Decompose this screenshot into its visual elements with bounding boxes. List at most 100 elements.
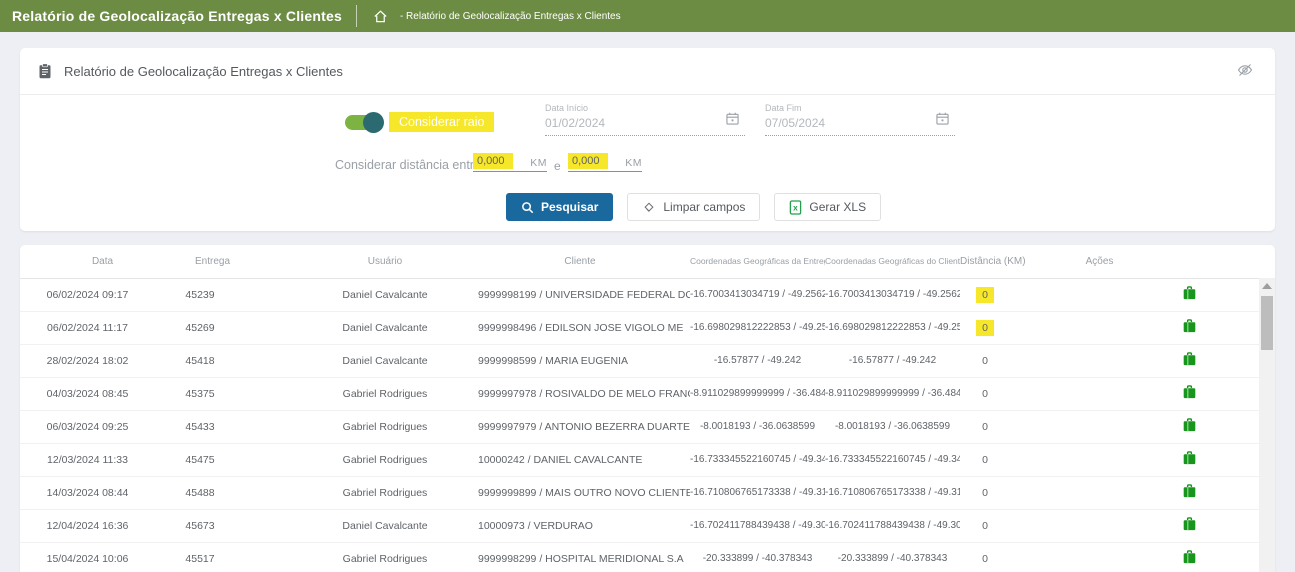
distance-value: 0 [982, 520, 988, 532]
delivery-bag-icon[interactable] [1182, 418, 1197, 433]
cell-distance: 0 [960, 443, 1050, 476]
delivery-bag-icon[interactable] [1182, 451, 1197, 466]
scrollbar-thumb[interactable] [1261, 296, 1273, 350]
radius-toggle-label: Considerar raio [389, 112, 494, 132]
distance-value: 0 [982, 454, 988, 466]
cell-delivery: 45239 [170, 278, 300, 311]
cell-actions [1050, 377, 1259, 410]
cell-user: Gabriel Rodrigues [300, 542, 470, 572]
delivery-bag-icon[interactable] [1182, 319, 1197, 334]
cell-coord-client: -16.57877 / -49.242 [825, 344, 960, 377]
cell-distance: 0 [960, 344, 1050, 377]
table-row: 28/02/2024 18:0245418Daniel Cavalcante99… [20, 344, 1259, 377]
eraser-icon [642, 200, 656, 214]
distance-value: 0 [982, 421, 988, 433]
cell-delivery: 45488 [170, 476, 300, 509]
table-row: 12/04/2024 16:3645673Daniel Cavalcante10… [20, 509, 1259, 542]
distance-min-input[interactable]: 0,000 [473, 153, 513, 169]
cell-distance: 0 [960, 377, 1050, 410]
cell-distance: 0 [960, 542, 1050, 572]
export-xls-button[interactable]: x Gerar XLS [774, 193, 881, 221]
cell-delivery: 45418 [170, 344, 300, 377]
calendar-icon[interactable] [936, 112, 949, 130]
cell-actions [1050, 542, 1259, 572]
cell-coord-delivery: -20.333899 / -40.378343 [690, 542, 825, 572]
cell-coord-client: -20.333899 / -40.378343 [825, 542, 960, 572]
page-title: Relatório de Geolocalização Entregas x C… [64, 64, 343, 79]
table-scrollbar[interactable] [1259, 278, 1275, 572]
cell-date: 28/02/2024 18:02 [20, 344, 170, 377]
excel-icon: x [789, 200, 802, 215]
distance-value: 0 [982, 553, 988, 565]
cell-user: Daniel Cavalcante [300, 311, 470, 344]
toggle-thumb[interactable] [363, 112, 384, 133]
date-start-field[interactable]: Data Início 01/02/2024 [545, 103, 745, 136]
table-row: 06/02/2024 09:1745239Daniel Cavalcante99… [20, 278, 1259, 311]
distance-value: 0 [982, 355, 988, 367]
cell-actions [1050, 278, 1259, 311]
date-end-label: Data Fim [765, 103, 955, 113]
svg-text:x: x [794, 202, 799, 212]
cell-coord-client: -8.911029899999999 / -36.4846218 [825, 377, 960, 410]
delivery-bag-icon[interactable] [1182, 352, 1197, 367]
cell-user: Gabriel Rodrigues [300, 377, 470, 410]
distance-max-input[interactable]: 0,000 [568, 153, 608, 169]
eye-slash-icon[interactable] [1237, 63, 1253, 82]
cell-coord-delivery: -16.57877 / -49.242 [690, 344, 825, 377]
cell-date: 06/02/2024 11:17 [20, 311, 170, 344]
scroll-up-icon[interactable] [1262, 283, 1272, 289]
cell-delivery: 45269 [170, 311, 300, 344]
cell-coord-client: -16.7003413034719 / -49.2562877 [825, 278, 960, 311]
cell-date: 06/02/2024 09:17 [20, 278, 170, 311]
date-start-label: Data Início [545, 103, 745, 113]
breadcrumb: - Relatório de Geolocalização Entregas x… [400, 11, 621, 22]
results-table: Data Entrega Usuário Cliente Coordenadas… [20, 245, 1259, 572]
cell-client: 9999997978 / ROSIVALDO DE MELO FRANCO [470, 377, 690, 410]
column-header-entrega: Entrega [170, 245, 300, 278]
table-row: 15/04/2024 10:0645517Gabriel Rodrigues99… [20, 542, 1259, 572]
cell-distance: 0 [960, 476, 1050, 509]
cell-distance: 0 [960, 278, 1050, 311]
cell-client: 9999998299 / HOSPITAL MERIDIONAL S.A [470, 542, 690, 572]
cell-user: Gabriel Rodrigues [300, 443, 470, 476]
table-body: 06/02/2024 09:1745239Daniel Cavalcante99… [20, 278, 1259, 572]
cell-client: 10000242 / DANIEL CAVALCANTE [470, 443, 690, 476]
cell-date: 12/04/2024 16:36 [20, 509, 170, 542]
delivery-bag-icon[interactable] [1182, 550, 1197, 565]
search-button[interactable]: Pesquisar [506, 193, 613, 221]
cell-coord-delivery: -16.733345522160745 / -49.3434 [690, 443, 825, 476]
date-end-field[interactable]: Data Fim 07/05/2024 [765, 103, 955, 136]
date-end-value: 07/05/2024 [765, 116, 955, 130]
filter-panel-header: Relatório de Geolocalização Entregas x C… [20, 48, 1275, 95]
delivery-bag-icon[interactable] [1182, 517, 1197, 532]
cell-distance: 0 [960, 509, 1050, 542]
distance-conjunction: e [554, 159, 561, 173]
column-header-distancia: Distância (KM) [960, 245, 1050, 278]
cell-coord-delivery: -8.911029899999999 / -36.48462 [690, 377, 825, 410]
cell-user: Daniel Cavalcante [300, 509, 470, 542]
distance-max-field: 0,000 KM [568, 150, 642, 172]
cell-coord-client: -16.702411788439438 / -49.302181 [825, 509, 960, 542]
cell-delivery: 45517 [170, 542, 300, 572]
considerar-raio-toggle[interactable] [345, 115, 381, 130]
cell-date: 14/03/2024 08:44 [20, 476, 170, 509]
clear-button[interactable]: Limpar campos [627, 193, 760, 221]
distance-value: 0 [976, 320, 994, 336]
delivery-bag-icon[interactable] [1182, 385, 1197, 400]
search-icon [521, 201, 534, 214]
delivery-bag-icon[interactable] [1182, 286, 1197, 301]
column-header-coord-cliente: Coordenadas Geográficas do Cliente [825, 245, 960, 278]
distance-value: 0 [982, 487, 988, 499]
cell-delivery: 45375 [170, 377, 300, 410]
topbar-divider [356, 5, 357, 27]
cell-user: Daniel Cavalcante [300, 278, 470, 311]
cell-coord-delivery: -16.702411788439438 / -49.30218 [690, 509, 825, 542]
calendar-icon[interactable] [726, 112, 739, 130]
cell-date: 06/03/2024 09:25 [20, 410, 170, 443]
home-icon[interactable] [373, 9, 388, 24]
table-row: 12/03/2024 11:3345475Gabriel Rodrigues10… [20, 443, 1259, 476]
cell-client: 9999999899 / MAIS OUTRO NOVO CLIENTE [470, 476, 690, 509]
clipboard-icon [38, 63, 52, 79]
cell-client: 9999998599 / MARIA EUGENIA [470, 344, 690, 377]
delivery-bag-icon[interactable] [1182, 484, 1197, 499]
